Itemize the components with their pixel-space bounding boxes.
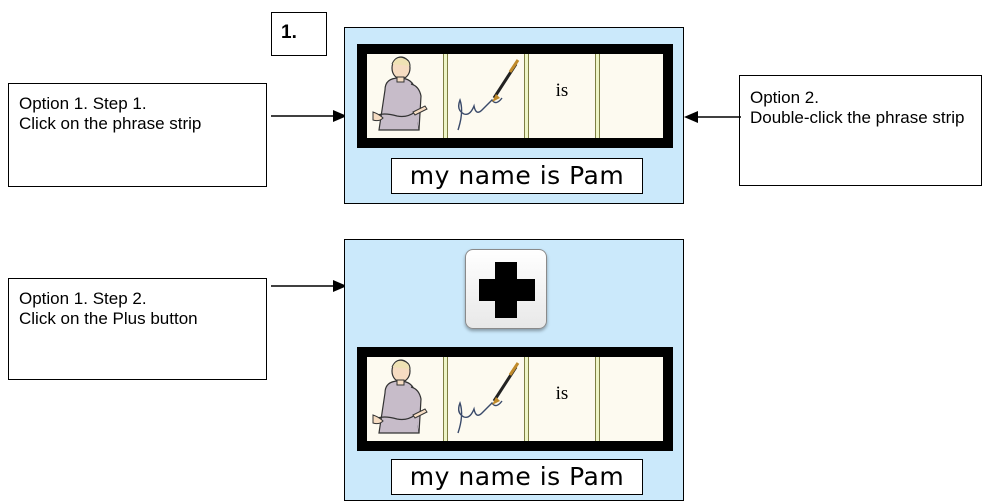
phrase-panel-top: is my name is Pam (344, 27, 684, 204)
callout-body: Double-click the phrase strip (750, 108, 965, 127)
symbol-cell-me[interactable] (367, 357, 443, 441)
person-pointing-icon (367, 357, 443, 441)
callout-option1-step2: Option 1. Step 2. Click on the Plus butt… (8, 278, 267, 380)
callout-option2: Option 2. Double-click the phrase strip (739, 75, 982, 186)
arrow-right-to-plus (271, 280, 347, 292)
callout-body: Click on the Plus button (19, 309, 198, 328)
step-number-label: 1. (271, 12, 327, 56)
symbol-cell-empty[interactable] (600, 54, 663, 138)
cell-word: is (555, 80, 569, 101)
arrow-left-to-strip (684, 111, 741, 123)
phrase-strip[interactable]: is (357, 44, 673, 148)
plus-icon (479, 262, 535, 318)
phrase-text[interactable]: my name is Pam (391, 158, 643, 194)
callout-title: Option 2. (750, 88, 819, 107)
person-pointing-icon (367, 54, 443, 138)
callout-option1-step1: Option 1. Step 1. Click on the phrase st… (8, 83, 267, 187)
symbol-cell-me[interactable] (367, 54, 443, 138)
arrow-right-to-strip (271, 110, 347, 122)
callout-title: Option 1. Step 2. (19, 289, 147, 308)
symbol-cell-name[interactable] (448, 357, 524, 441)
symbol-cell-name[interactable] (448, 54, 524, 138)
plus-button[interactable] (465, 249, 547, 329)
symbol-cell-is[interactable]: is (529, 54, 595, 138)
signature-pen-icon (448, 357, 524, 441)
cell-word: is (555, 383, 569, 404)
phrase-text[interactable]: my name is Pam (391, 459, 643, 495)
symbol-cell-is[interactable]: is (529, 357, 595, 441)
signature-pen-icon (448, 54, 524, 138)
phrase-strip[interactable]: is (357, 347, 673, 451)
symbol-cell-empty[interactable] (600, 357, 663, 441)
callout-title: Option 1. Step 1. (19, 94, 147, 113)
callout-body: Click on the phrase strip (19, 114, 202, 133)
phrase-panel-bottom: is my name is Pam (344, 239, 684, 501)
